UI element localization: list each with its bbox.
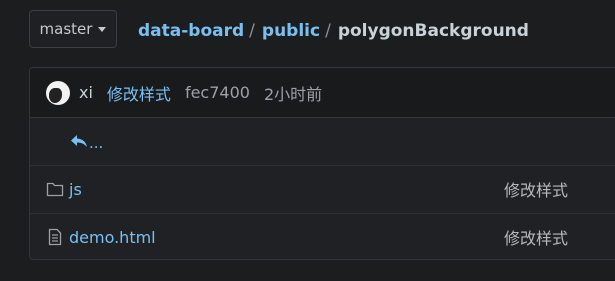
folder-icon	[46, 182, 64, 197]
file-row[interactable]: js 修改样式	[30, 165, 615, 214]
file-name-link[interactable]: js	[69, 180, 82, 199]
file-commit-message[interactable]: 修改样式	[504, 225, 568, 249]
latest-commit-bar: xi 修改样式 fec7400 2小时前	[30, 68, 615, 118]
commit-message-link[interactable]: 修改样式	[107, 81, 171, 105]
breadcrumb-separator: /	[325, 21, 331, 41]
breadcrumb-folder-link[interactable]: public	[262, 21, 320, 41]
parent-directory-link[interactable]: ...	[89, 134, 103, 152]
avatar[interactable]	[46, 80, 70, 105]
branch-label: master	[39, 20, 93, 38]
file-row[interactable]: demo.html 修改样式	[30, 213, 615, 259]
parent-directory-row[interactable]: ...	[30, 117, 615, 166]
file-commit-message[interactable]: 修改样式	[504, 177, 568, 201]
file-list-panel: xi 修改样式 fec7400 2小时前 ... js 修改样式 demo.ht…	[29, 67, 615, 260]
caret-down-icon	[98, 27, 107, 32]
file-text-icon	[48, 228, 62, 246]
commit-sha-link[interactable]: fec7400	[185, 83, 250, 102]
breadcrumb: data-board / public / polygonBackground	[138, 21, 529, 41]
breadcrumb-separator: /	[249, 21, 255, 41]
breadcrumb-repo-link[interactable]: data-board	[138, 21, 244, 41]
branch-selector[interactable]: master	[29, 10, 117, 48]
breadcrumb-current: polygonBackground	[337, 21, 529, 41]
commit-author[interactable]: xi	[79, 83, 93, 102]
file-name-link[interactable]: demo.html	[69, 228, 156, 247]
reply-arrow-icon	[71, 135, 87, 147]
commit-time: 2小时前	[263, 84, 323, 104]
